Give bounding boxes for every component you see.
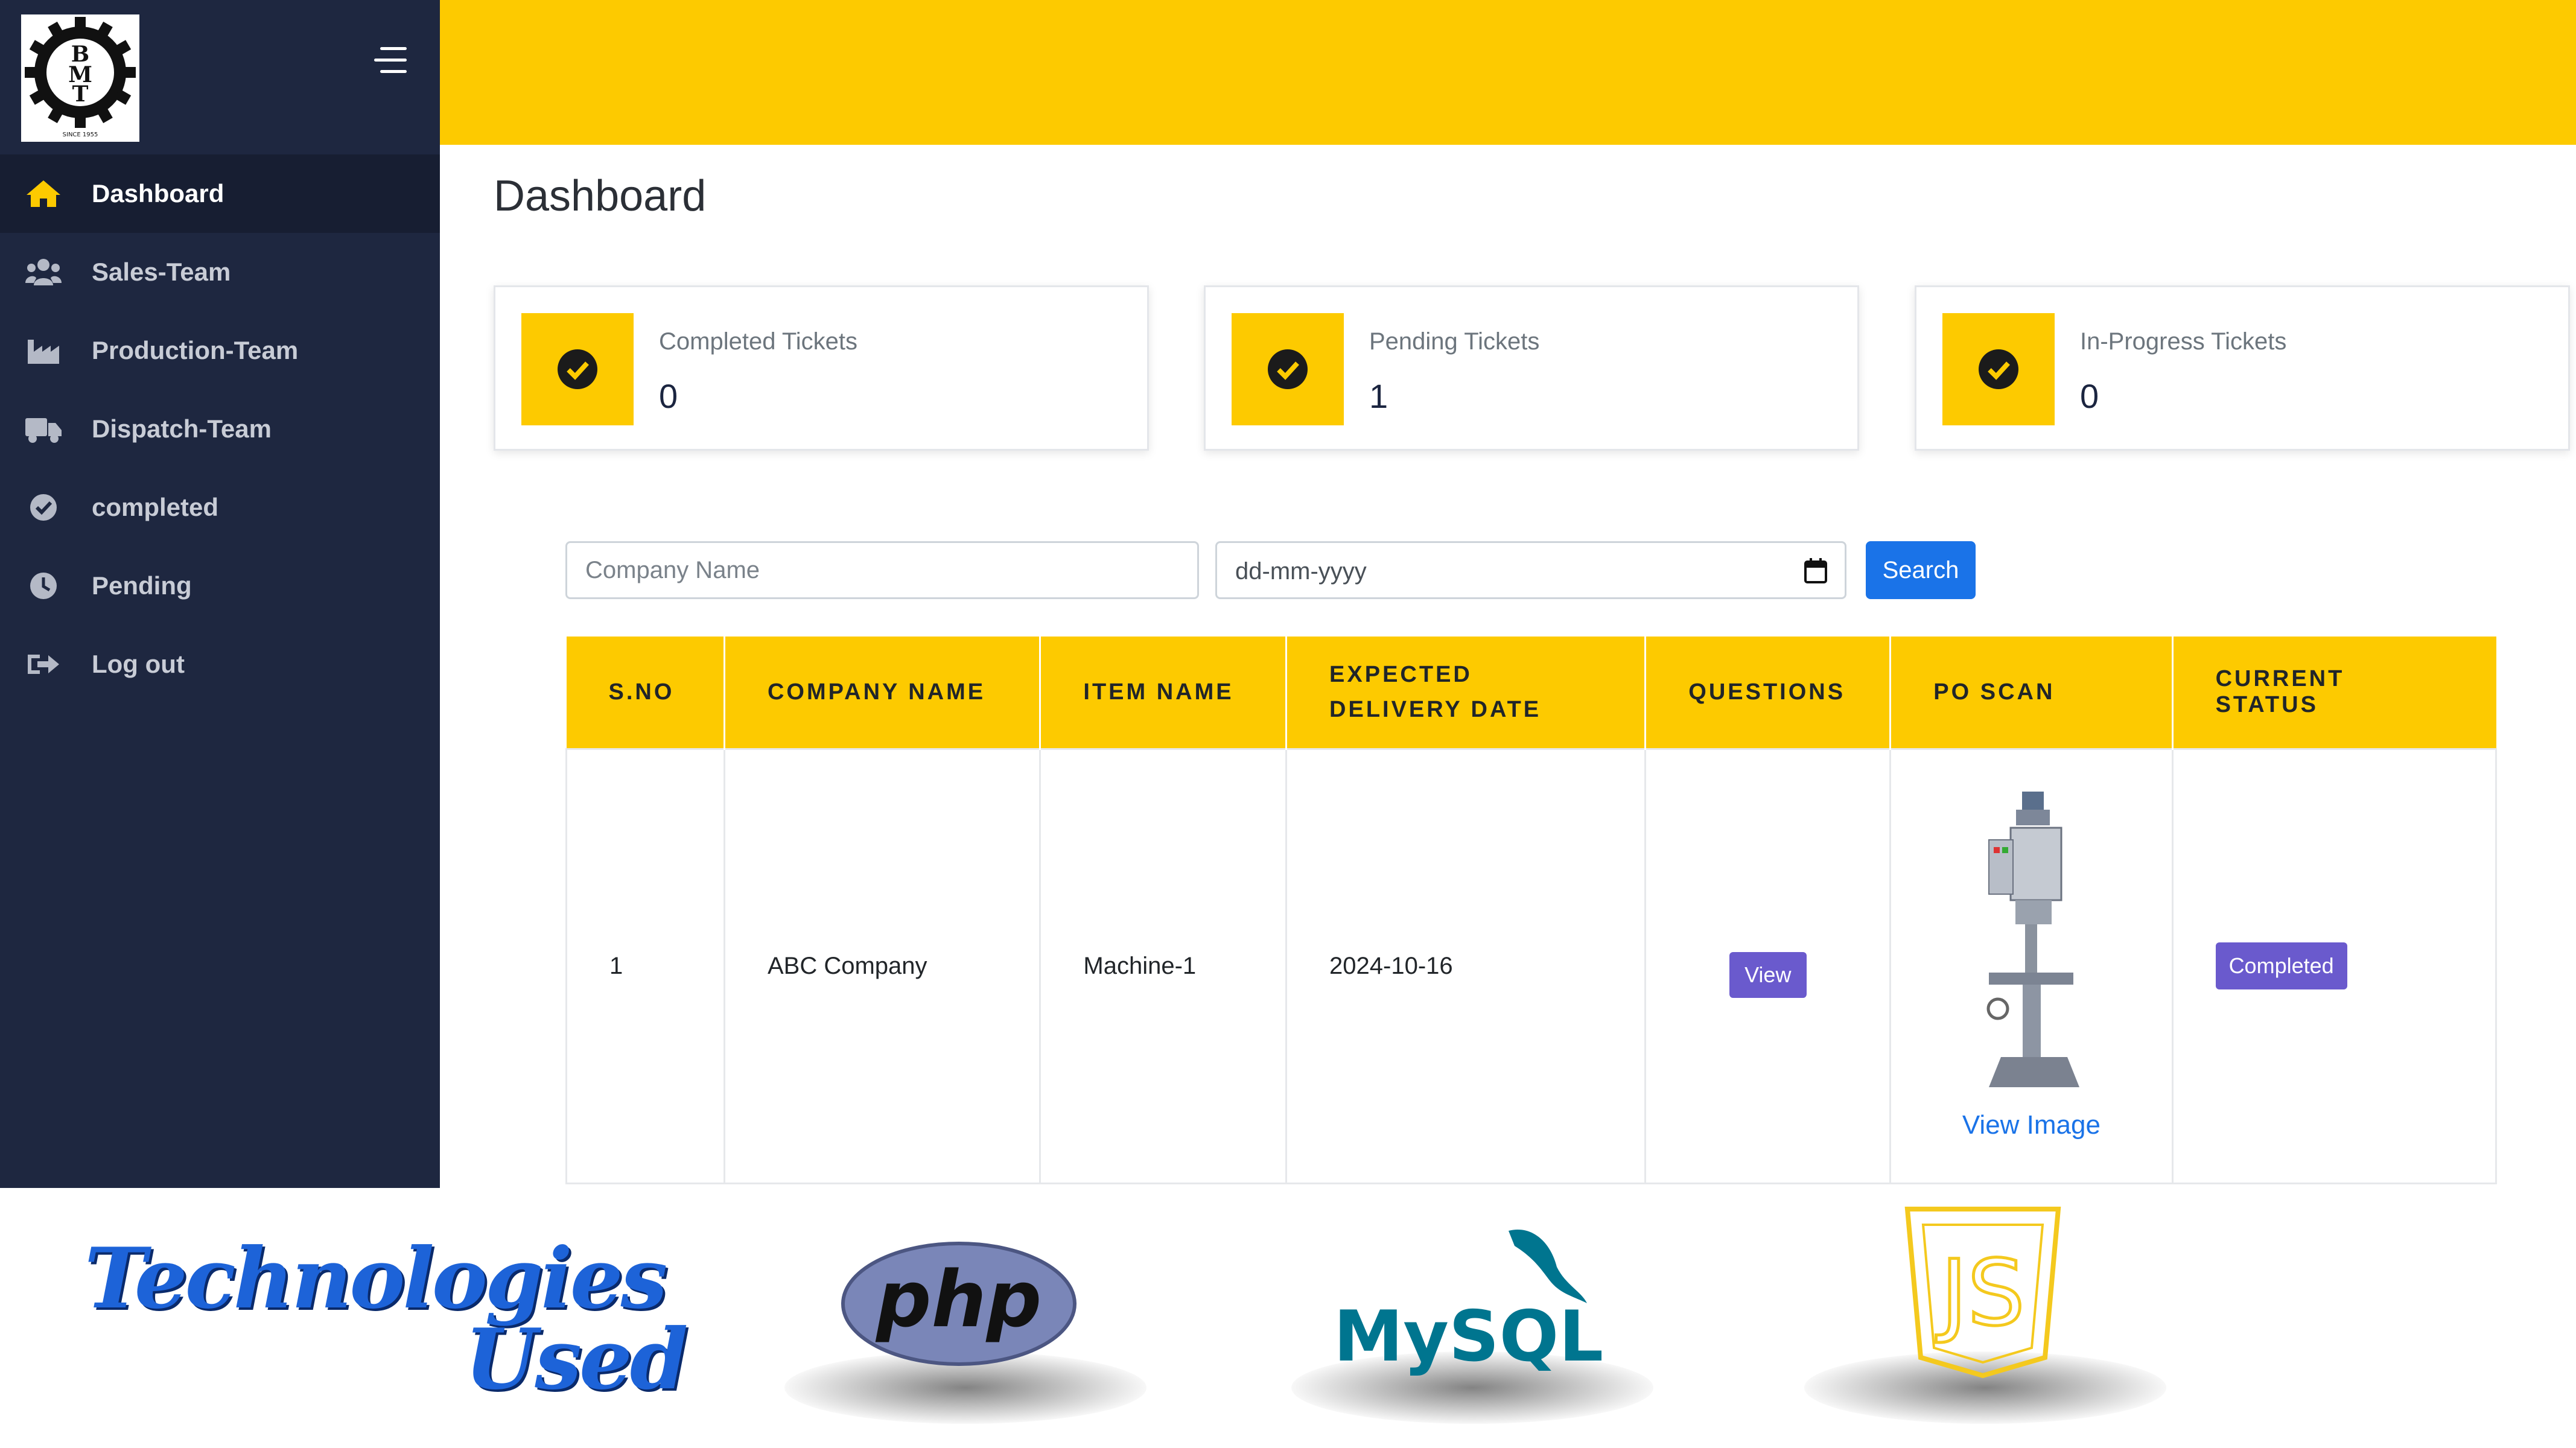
- technologies-heading: Technologies Used: [84, 1237, 688, 1408]
- cell-po-scan: View Image: [1889, 748, 2174, 1184]
- home-icon: [25, 179, 62, 208]
- stat-label: Pending Tickets: [1369, 328, 1540, 355]
- stat-value: 0: [659, 377, 678, 415]
- po-scan-thumbnail[interactable]: [1891, 792, 2171, 1093]
- sidebar-item-label: Log out: [92, 650, 185, 678]
- calendar-icon[interactable]: [1804, 557, 1828, 584]
- logout-icon: [25, 650, 62, 679]
- status-badge: Completed: [2215, 942, 2347, 989]
- sidebar-item-label: Dashboard: [92, 179, 224, 208]
- tickets-table: S.NO COMPANY NAME ITEM NAME EXPECTED DEL…: [565, 637, 2498, 1184]
- cell-company-name: ABC Company: [723, 748, 1042, 1184]
- cell-questions: View: [1644, 748, 1892, 1184]
- php-logo: php: [841, 1242, 1077, 1366]
- stat-label: Completed Tickets: [659, 328, 858, 355]
- company-name-input[interactable]: [565, 541, 1199, 599]
- sidebar-item-label: Dispatch-Team: [92, 414, 272, 443]
- company-logo: B M T SINCE 1955: [21, 14, 139, 142]
- sidebar-item-label: Sales-Team: [92, 258, 231, 286]
- sidebar-item-dispatch-team[interactable]: Dispatch-Team: [0, 390, 440, 468]
- cell-delivery-date: 2024-10-16: [1285, 748, 1647, 1184]
- technologies-heading-line2: Used: [465, 1310, 688, 1408]
- cell-item-name: Machine-1: [1039, 748, 1288, 1184]
- industry-icon: [25, 336, 62, 365]
- sidebar-item-completed[interactable]: completed: [0, 468, 440, 547]
- page-title: Dashboard: [494, 172, 707, 220]
- svg-text:SINCE 1955: SINCE 1955: [63, 132, 98, 138]
- column-header-po-scan: PO SCAN: [1889, 637, 2173, 749]
- column-header-questions: QUESTIONS: [1644, 637, 1891, 749]
- sidebar-nav: Dashboard Sales-Team Production-Team Dis…: [0, 154, 440, 703]
- sidebar: B M T SINCE 1955 Dashboard Sales-Team Pr…: [0, 0, 440, 1188]
- mysql-logo-text: MySQL: [1334, 1296, 1603, 1376]
- php-logo-text: php: [875, 1255, 1042, 1345]
- svg-text:T: T: [72, 81, 89, 107]
- mysql-logo: MySQL: [1334, 1219, 1617, 1377]
- check-circle-icon: [521, 313, 634, 425]
- view-image-link[interactable]: View Image: [1962, 1110, 2101, 1140]
- stat-card-completed: Completed Tickets 0: [494, 285, 1149, 451]
- truck-icon: [25, 414, 62, 443]
- check-circle-icon: [1942, 313, 2055, 425]
- sidebar-item-label: Pending: [92, 571, 192, 600]
- column-header-item-name: ITEM NAME: [1039, 637, 1286, 749]
- cell-current-status: Completed: [2171, 748, 2498, 1184]
- stat-value: 1: [1369, 377, 1388, 415]
- search-button[interactable]: Search: [1866, 541, 1976, 599]
- users-icon: [25, 258, 62, 287]
- sidebar-item-label: completed: [92, 493, 219, 521]
- table-header-row: S.NO COMPANY NAME ITEM NAME EXPECTED DEL…: [566, 637, 2496, 749]
- javascript-logo: JS: [1904, 1207, 2062, 1379]
- check-circle-icon: [1232, 313, 1344, 425]
- js-logo-text: JS: [1936, 1241, 2024, 1346]
- delivery-date-input[interactable]: dd-mm-yyyy: [1215, 541, 1846, 599]
- stat-card-pending: Pending Tickets 1: [1204, 285, 1859, 451]
- stat-value: 0: [2080, 377, 2099, 415]
- sidebar-item-sales-team[interactable]: Sales-Team: [0, 233, 440, 311]
- column-header-sno: S.NO: [566, 637, 725, 749]
- view-questions-button[interactable]: View: [1729, 952, 1807, 998]
- table-row: 1 ABC Company Machine-1 2024-10-16 View: [565, 748, 2498, 1184]
- top-header-bar: [440, 0, 2576, 145]
- stat-card-in-progress: In-Progress Tickets 0: [1915, 285, 2570, 451]
- sidebar-item-production-team[interactable]: Production-Team: [0, 311, 440, 390]
- date-placeholder: dd-mm-yyyy: [1235, 558, 1367, 585]
- check-circle-icon: [25, 493, 62, 522]
- cell-sno: 1: [565, 748, 725, 1184]
- column-header-current-status: CURRENT STATUS: [2171, 637, 2496, 749]
- sidebar-item-pending[interactable]: Pending: [0, 547, 440, 625]
- stat-label: In-Progress Tickets: [2080, 328, 2287, 355]
- sidebar-item-dashboard[interactable]: Dashboard: [0, 154, 440, 233]
- menu-toggle-icon[interactable]: [372, 45, 410, 76]
- sidebar-item-label: Production-Team: [92, 336, 299, 364]
- column-header-company-name: COMPANY NAME: [723, 637, 1040, 749]
- column-header-expected-delivery-date: EXPECTED DELIVERY DATE: [1285, 637, 1646, 749]
- sidebar-item-log-out[interactable]: Log out: [0, 625, 440, 703]
- clock-icon: [25, 571, 62, 600]
